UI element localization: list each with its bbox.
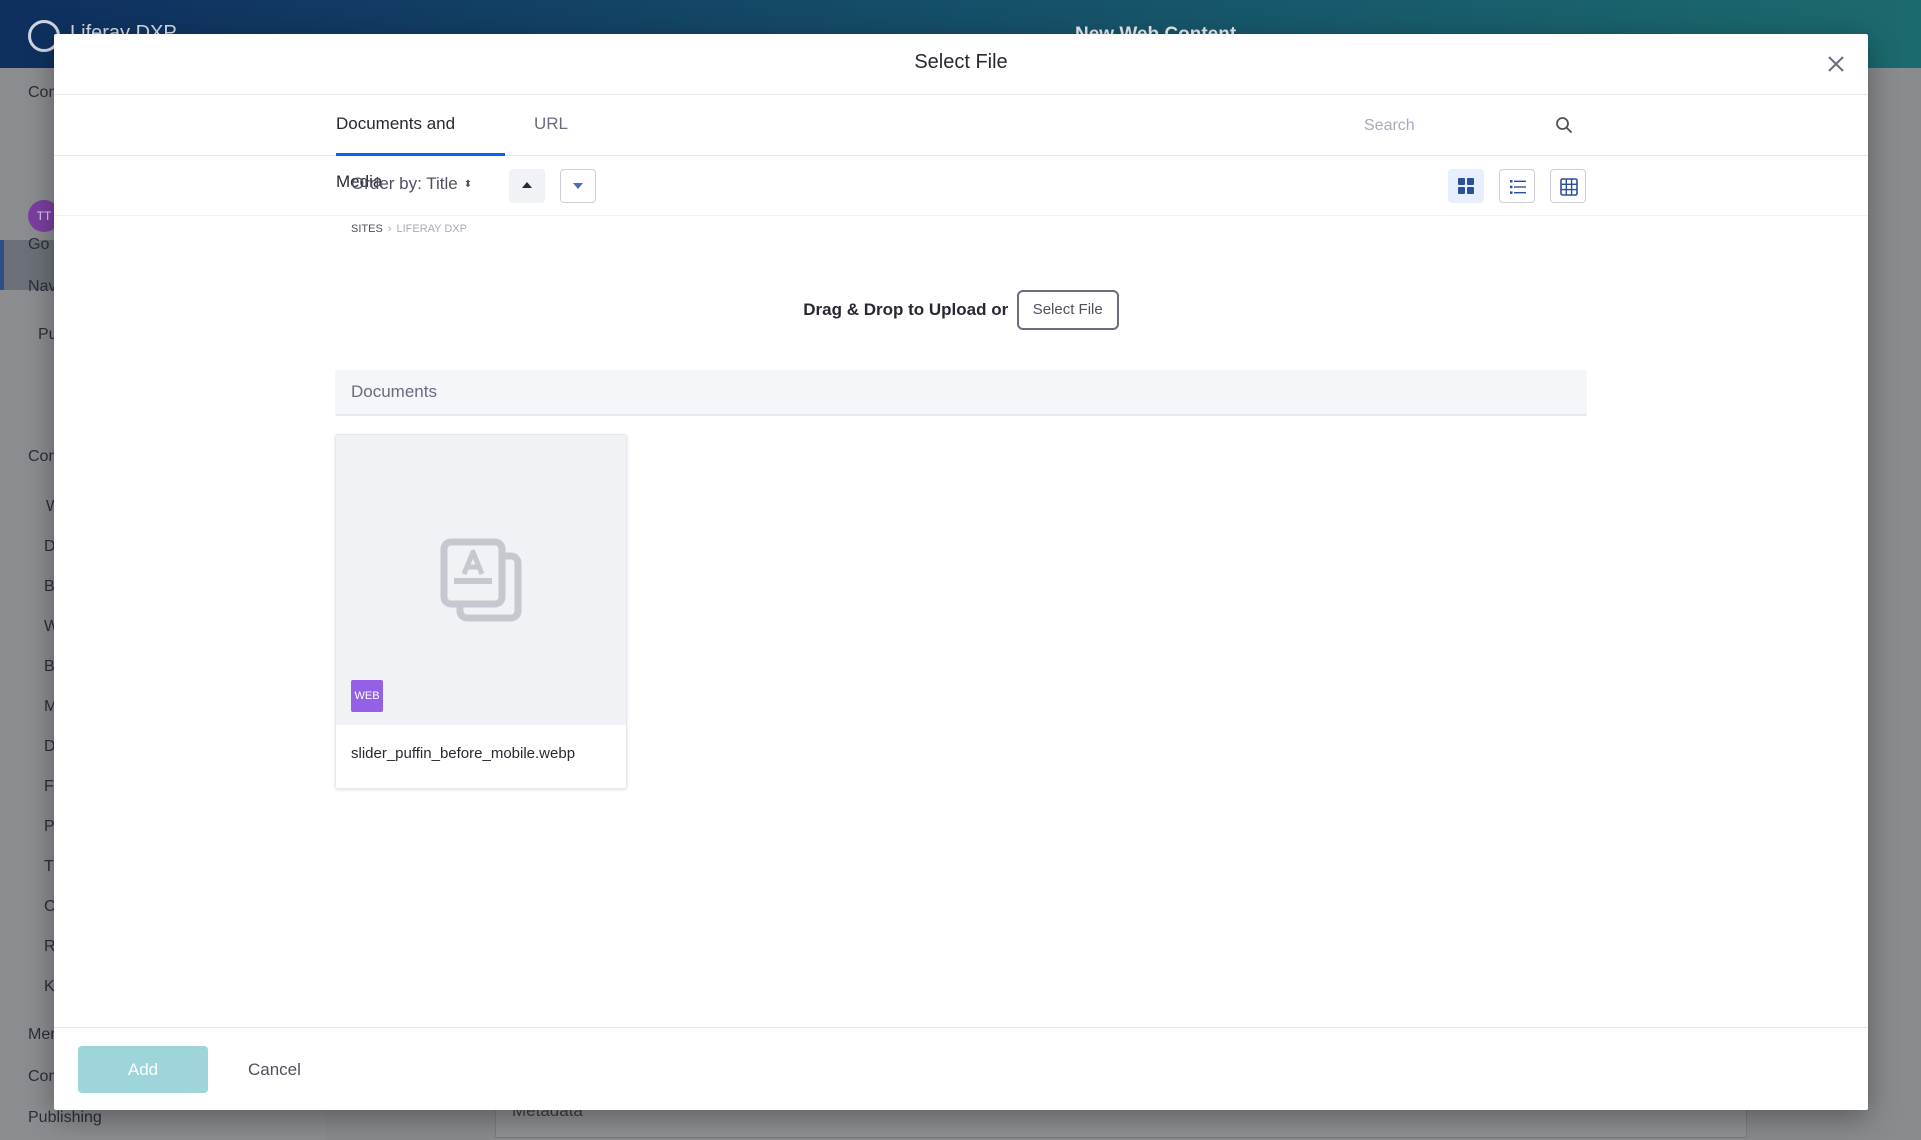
caret-down-icon: [573, 183, 583, 189]
caret-double-icon: ⬍: [463, 179, 473, 191]
select-file-modal: Select File Documents and Media URL Orde…: [54, 34, 1868, 1110]
chevron-right-icon: ›: [387, 223, 392, 235]
add-button[interactable]: Add: [78, 1046, 208, 1093]
dropzone-text: Drag & Drop to Upload or: [803, 300, 1009, 319]
search-input[interactable]: [1364, 109, 1564, 143]
document-thumbnail: WEB: [336, 435, 626, 725]
document-image-icon: [440, 538, 522, 622]
breadcrumb-current: Liferay DXP: [396, 223, 467, 235]
close-button[interactable]: [1820, 48, 1852, 80]
background-sidebar-item: Con: [28, 1068, 58, 1085]
documents-section-label: Documents: [351, 382, 437, 401]
order-by-dropdown[interactable]: Order by: Title ⬍: [351, 174, 472, 194]
view-cards-button[interactable]: [1448, 169, 1484, 203]
close-icon: [1828, 56, 1844, 72]
order-by-label: Order by: Title: [351, 174, 458, 193]
breadcrumb-sites-link[interactable]: Sites: [351, 223, 383, 235]
file-type-badge: WEB: [351, 680, 383, 712]
upload-dropzone[interactable]: Drag & Drop to Upload or Select File: [54, 290, 1868, 330]
document-card-title: slider_puffin_before_mobile.webp: [351, 745, 576, 762]
background-sidebar-item: Nav: [28, 278, 57, 295]
tab-documents-and-media[interactable]: Documents and Media: [336, 95, 505, 191]
modal-header: Select File: [54, 34, 1868, 95]
background-sidebar-item: T: [44, 858, 54, 875]
view-list-button[interactable]: [1499, 169, 1535, 203]
cards-grid-icon: [1458, 178, 1474, 194]
management-toolbar: Order by: Title ⬍: [54, 156, 1868, 216]
background-sidebar-item: F: [44, 778, 54, 795]
background-sidebar-item: Mer: [28, 1026, 56, 1043]
list-icon: [1510, 180, 1526, 194]
search-icon[interactable]: [1554, 115, 1574, 135]
background-sidebar-item: Con: [28, 448, 58, 465]
table-icon: [1560, 178, 1578, 196]
tab-url[interactable]: URL: [534, 95, 568, 156]
modal-title: Select File: [914, 51, 1008, 73]
tabs-row: Documents and Media URL: [54, 95, 1868, 191]
breadcrumb: Sites › Liferay DXP: [351, 223, 467, 235]
document-card[interactable]: WEB slider_puffin_before_mobile.webp: [335, 434, 627, 789]
select-file-button[interactable]: Select File: [1016, 290, 1119, 330]
view-table-button[interactable]: [1550, 169, 1586, 203]
modal-footer: Add Cancel: [54, 1027, 1868, 1110]
sort-ascending-button[interactable]: [509, 169, 545, 203]
caret-up-icon: [522, 182, 532, 188]
documents-section-header: Documents: [335, 370, 1587, 416]
cancel-button[interactable]: Cancel: [248, 1046, 301, 1093]
background-sidebar-item: Publishing: [28, 1109, 102, 1126]
sort-descending-button[interactable]: [560, 169, 596, 203]
background-sidebar-item: Con: [28, 84, 58, 101]
